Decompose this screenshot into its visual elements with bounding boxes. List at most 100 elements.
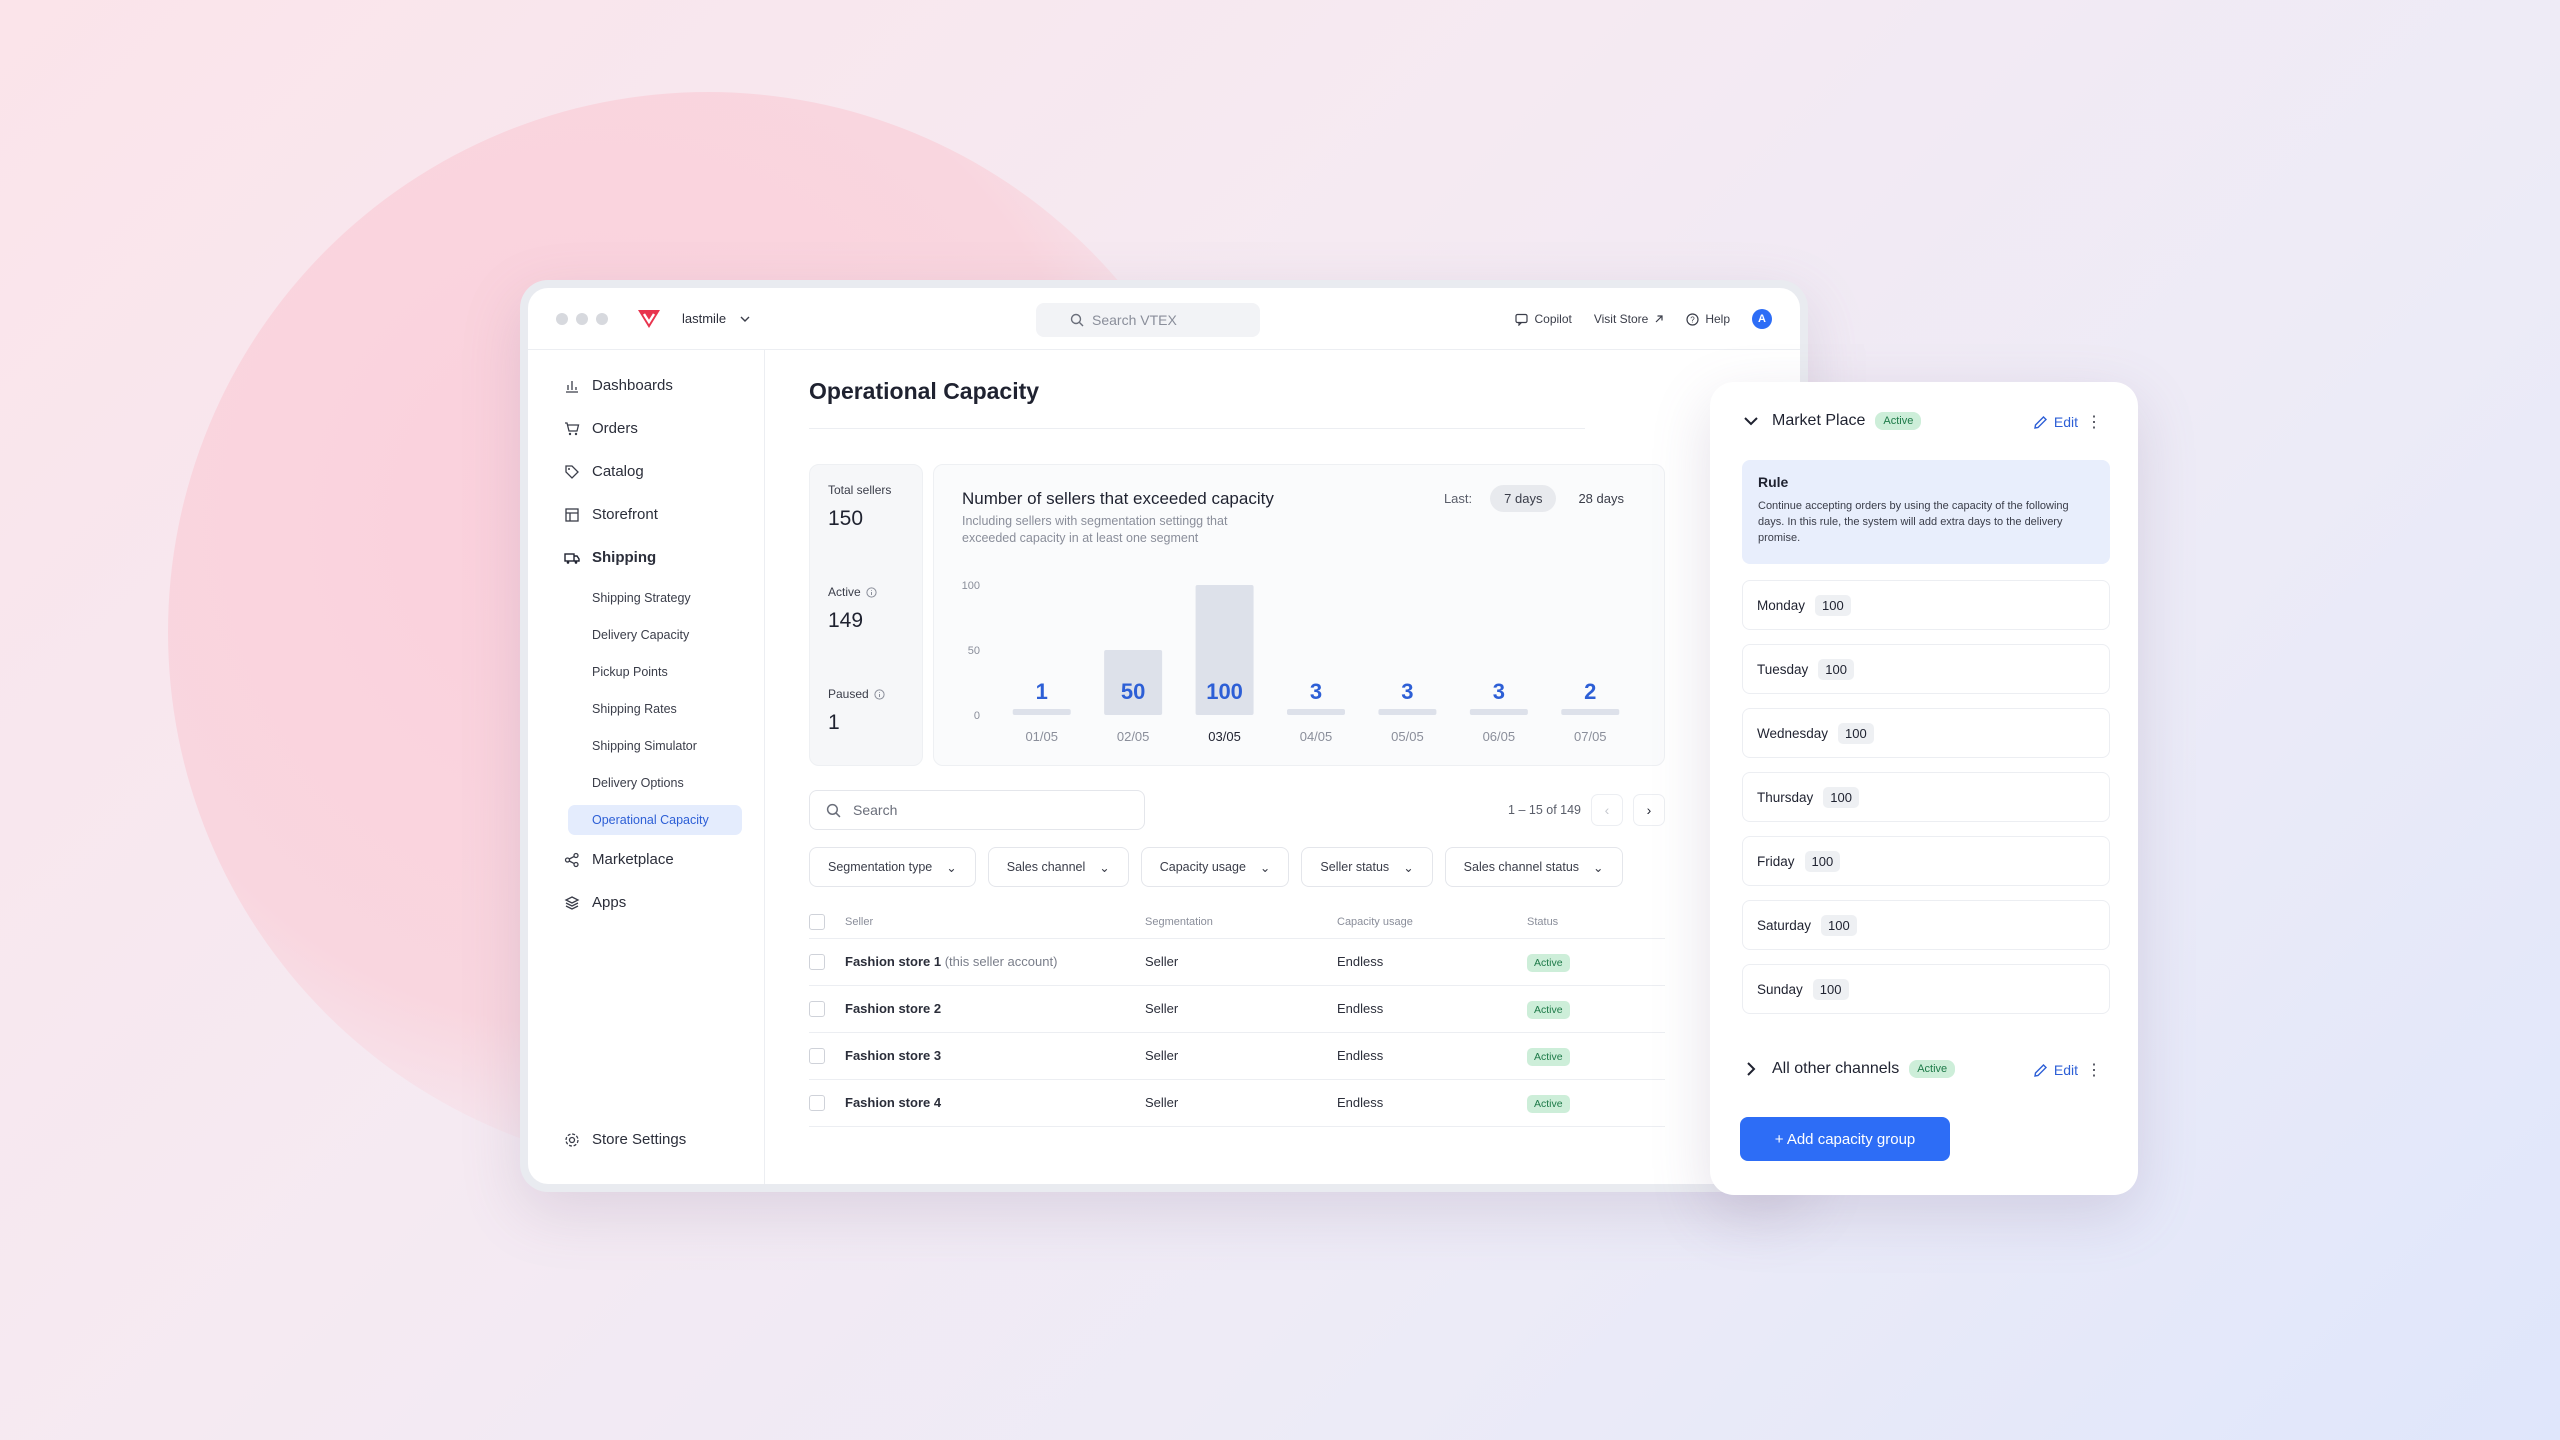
day-capacity-value[interactable]: 100 [1818, 658, 1854, 680]
info-icon[interactable] [874, 688, 885, 700]
visit-store-link[interactable]: Visit Store [1594, 312, 1664, 326]
edit-label: Edit [2053, 1062, 2078, 1078]
help-button[interactable]: ? Help [1686, 312, 1730, 326]
day-capacity-value[interactable]: 100 [1804, 850, 1841, 872]
seller-name[interactable]: Fashion store 4 [845, 1095, 941, 1110]
maximize-dot[interactable] [596, 312, 608, 325]
segmentation-cell: Seller [1145, 984, 1337, 1032]
sidebar-item-storefront[interactable]: Storefront [528, 493, 764, 536]
column-header-seller[interactable]: Seller [845, 906, 1145, 938]
sidebar-subitem-pickup-points[interactable]: Pickup Points [528, 653, 764, 690]
row-checkbox[interactable] [809, 1094, 825, 1111]
filter-label: Segmentation type [828, 860, 933, 874]
filter-label: Seller status [1320, 860, 1390, 874]
global-search-input[interactable]: Search VTEX [1036, 303, 1260, 337]
seller-name[interactable]: Fashion store 1 [845, 954, 941, 969]
more-options-icon[interactable]: ⋮ [2086, 412, 2102, 432]
filter-label: Sales channel [1006, 860, 1086, 874]
row-checkbox[interactable] [809, 953, 825, 970]
day-name: Saturday [1757, 917, 1812, 933]
avatar[interactable]: A [1752, 309, 1772, 329]
sidebar-item-label: Orders [592, 420, 638, 437]
day-capacity-row[interactable]: Friday 100 [1742, 836, 2110, 886]
x-tick-label: 03/05 [1208, 729, 1241, 744]
day-capacity-value[interactable]: 100 [1821, 914, 1857, 936]
x-tick-label: 06/05 [1483, 729, 1516, 744]
chevron-down-icon [740, 316, 750, 322]
group-all-other-channels-header[interactable]: All other channels Active [1740, 1058, 1956, 1080]
next-page-button[interactable]: › [1633, 794, 1665, 826]
column-header-status[interactable]: Status [1527, 906, 1665, 938]
seller-name[interactable]: Fashion store 3 [845, 1048, 941, 1063]
sidebar-subitem-shipping-rates[interactable]: Shipping Rates [528, 690, 764, 727]
day-capacity-value[interactable]: 100 [1823, 786, 1859, 808]
gear-icon [565, 1132, 579, 1147]
search-icon [1070, 313, 1084, 327]
x-tick-label: 05/05 [1391, 729, 1424, 744]
table-row[interactable]: Fashion store 2 Seller Endless Active [809, 984, 1665, 1032]
filter-segmentation-type[interactable]: Segmentation type ⌄ [809, 847, 976, 887]
add-capacity-group-button[interactable]: + Add capacity group [1740, 1117, 1950, 1161]
day-name: Sunday [1757, 981, 1803, 997]
status-badge: Active [1527, 1001, 1570, 1019]
day-capacity-value[interactable]: 100 [1815, 594, 1851, 616]
row-checkbox[interactable] [809, 1047, 825, 1064]
bar-value-label: 100 [1206, 679, 1243, 704]
day-capacity-row[interactable]: Saturday 100 [1742, 900, 2110, 950]
row-checkbox[interactable] [809, 1000, 825, 1017]
sidebar-subitem-operational-capacity[interactable]: Operational Capacity [568, 805, 742, 835]
day-capacity-row[interactable]: Sunday 100 [1742, 964, 2110, 1014]
day-capacity-row[interactable]: Thursday 100 [1742, 772, 2110, 822]
search-icon [826, 803, 841, 817]
prev-page-button[interactable]: ‹ [1591, 794, 1623, 826]
column-header-capacity-usage[interactable]: Capacity usage [1337, 906, 1527, 938]
store-settings-link[interactable]: Store Settings [564, 1131, 686, 1148]
filter-sales-channel-status[interactable]: Sales channel status ⌄ [1444, 847, 1623, 887]
chevron-down-icon[interactable] [1740, 410, 1762, 432]
filter-seller-status[interactable]: Seller status ⌄ [1301, 847, 1433, 887]
table-row[interactable]: Fashion store 3 Seller Endless Active [809, 1031, 1665, 1079]
sidebar-item-shipping[interactable]: Shipping [528, 536, 764, 579]
minimize-dot[interactable] [576, 312, 588, 325]
account-switcher[interactable]: lastmile [682, 311, 750, 326]
pencil-icon [2034, 1063, 2047, 1077]
column-header-segmentation[interactable]: Segmentation [1145, 906, 1337, 938]
group-marketplace-header[interactable]: Market Place Active [1740, 410, 1922, 432]
bar [1378, 709, 1437, 715]
info-icon[interactable] [866, 586, 877, 598]
day-capacity-row[interactable]: Tuesday 100 [1742, 644, 2110, 694]
close-dot[interactable] [556, 312, 568, 325]
sidebar-item-orders[interactable]: Orders [528, 407, 764, 450]
y-tick-label: 0 [974, 710, 980, 722]
select-all-checkbox[interactable] [809, 913, 825, 930]
edit-group-button[interactable]: Edit [2033, 414, 2078, 430]
copilot-button[interactable]: Copilot [1515, 312, 1572, 326]
table-search-input[interactable]: Search [809, 790, 1145, 830]
sidebar-subitem-shipping-strategy[interactable]: Shipping Strategy [528, 579, 764, 616]
paused-sellers-value: 1 [828, 711, 840, 734]
sidebar-subitem-delivery-options[interactable]: Delivery Options [528, 764, 764, 801]
chevron-right-icon[interactable] [1740, 1058, 1762, 1080]
day-capacity-value[interactable]: 100 [1838, 722, 1874, 744]
sidebar-item-marketplace[interactable]: Marketplace [528, 838, 764, 881]
seller-name[interactable]: Fashion store 2 [845, 1001, 941, 1016]
bar-value-label: 50 [1121, 679, 1145, 704]
segmentation-cell: Seller [1145, 1031, 1337, 1079]
sidebar-item-catalog[interactable]: Catalog [528, 450, 764, 493]
filter-capacity-usage[interactable]: Capacity usage ⌄ [1140, 847, 1290, 887]
day-capacity-row[interactable]: Monday 100 [1742, 580, 2110, 630]
day-capacity-row[interactable]: Wednesday 100 [1742, 708, 2110, 758]
table-row[interactable]: Fashion store 4 Seller Endless Active [809, 1078, 1665, 1127]
edit-group-button[interactable]: Edit [2033, 1062, 2078, 1078]
window-controls[interactable] [556, 312, 608, 325]
sidebar-item-dashboards[interactable]: Dashboards [528, 364, 764, 407]
table-row[interactable]: Fashion store 1 (this seller account) Se… [809, 937, 1665, 985]
day-name: Friday [1757, 853, 1795, 869]
sidebar-subitem-delivery-capacity[interactable]: Delivery Capacity [528, 616, 764, 653]
sidebar-subitem-shipping-simulator[interactable]: Shipping Simulator [528, 727, 764, 764]
sidebar-item-label: Apps [592, 894, 627, 911]
filter-sales-channel[interactable]: Sales channel ⌄ [987, 847, 1129, 887]
day-capacity-value[interactable]: 100 [1812, 978, 1849, 1000]
more-options-icon[interactable]: ⋮ [2086, 1060, 2102, 1080]
sidebar-item-apps[interactable]: Apps [528, 881, 764, 924]
